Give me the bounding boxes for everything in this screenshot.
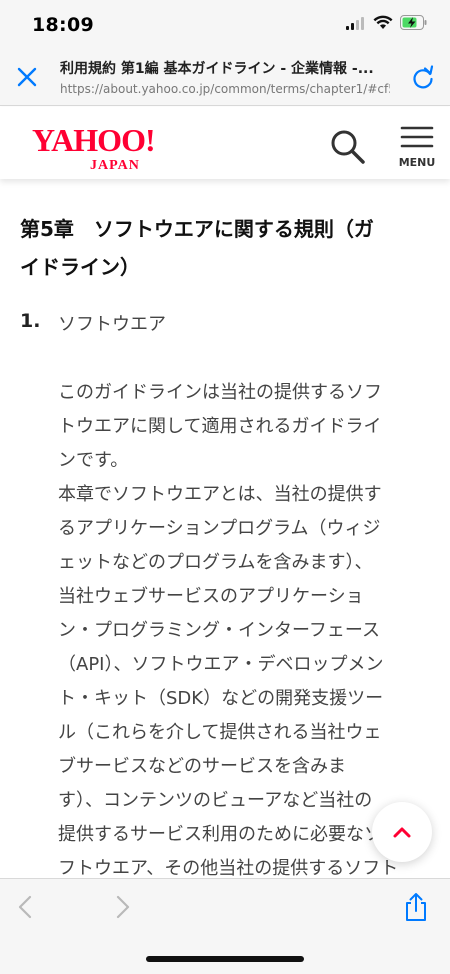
body-line: このガイドラインは当社の提供するソフ	[58, 382, 382, 403]
chapter-heading-line: 第5章 ソフトウエアに関する規則（ガ	[20, 217, 374, 241]
section-number: 1.	[20, 310, 41, 332]
body-line: 当社ウェブサービスのアプリケーショ	[58, 586, 364, 607]
scroll-to-top-button[interactable]	[372, 802, 432, 862]
signal-icon	[346, 16, 364, 30]
site-header: YAHOO! JAPAN MENU	[0, 107, 450, 179]
chevron-up-icon	[393, 827, 411, 838]
status-time: 18:09	[32, 14, 94, 36]
body-line: ブサービスなどのサービスを含みま	[58, 756, 346, 777]
body-line: ト・キット（SDK）などの開発支援ツー	[58, 688, 384, 709]
body-line: ル（これらを介して提供される当社ウェ	[58, 722, 382, 743]
battery-charging-icon	[400, 15, 427, 30]
home-indicator[interactable]	[146, 956, 304, 962]
back-arrow-icon[interactable]	[12, 893, 40, 921]
forward-arrow-icon[interactable]	[108, 893, 136, 921]
body-line: 本章でソフトウエアとは、当社の提供す	[58, 484, 382, 505]
hamburger-icon	[400, 126, 434, 148]
search-icon[interactable]	[326, 125, 370, 169]
chapter-heading-line: イドライン）	[20, 255, 140, 279]
logo-subtext: JAPAN	[90, 158, 140, 173]
body-line: （API）、ソフトウエア・デベロップメン	[58, 654, 384, 675]
menu-label: MENU	[398, 156, 436, 169]
page-url: https://about.yahoo.co.jp/common/terms/c…	[60, 82, 390, 96]
share-icon[interactable]	[400, 891, 432, 923]
close-icon[interactable]	[12, 62, 42, 92]
wifi-icon	[373, 15, 393, 29]
section-title: ソフトウエア	[58, 314, 166, 335]
status-bar: 18:09	[0, 0, 450, 50]
body-line: ンです。	[58, 450, 129, 471]
body-line: ェットなどのプログラムを含みます）、	[58, 552, 373, 573]
browser-header: 利用規約 第1編 基本ガイドライン - 企業情報 -... https://ab…	[0, 50, 450, 106]
logo-text: YAHOO!	[32, 122, 155, 158]
article-content: 第5章 ソフトウエアに関する規則（ガ イドライン） 1. ソフトウエア このガイ…	[0, 180, 450, 878]
body-line: るアプリケーションプログラム（ウィジ	[58, 518, 381, 539]
page-title: 利用規約 第1編 基本ガイドライン - 企業情報 -...	[60, 61, 374, 77]
chapter-heading: 第5章 ソフトウエアに関する規則（ガ イドライン）	[20, 210, 420, 286]
body-line: ン・プログラミング・インターフェース	[58, 620, 381, 641]
body-line: トウエアに関して適用されるガイドライ	[58, 416, 382, 437]
yahoo-japan-logo[interactable]: YAHOO! JAPAN	[30, 121, 180, 173]
menu-button[interactable]: MENU	[392, 123, 442, 173]
reload-icon[interactable]	[408, 62, 438, 92]
status-icons	[346, 15, 428, 30]
